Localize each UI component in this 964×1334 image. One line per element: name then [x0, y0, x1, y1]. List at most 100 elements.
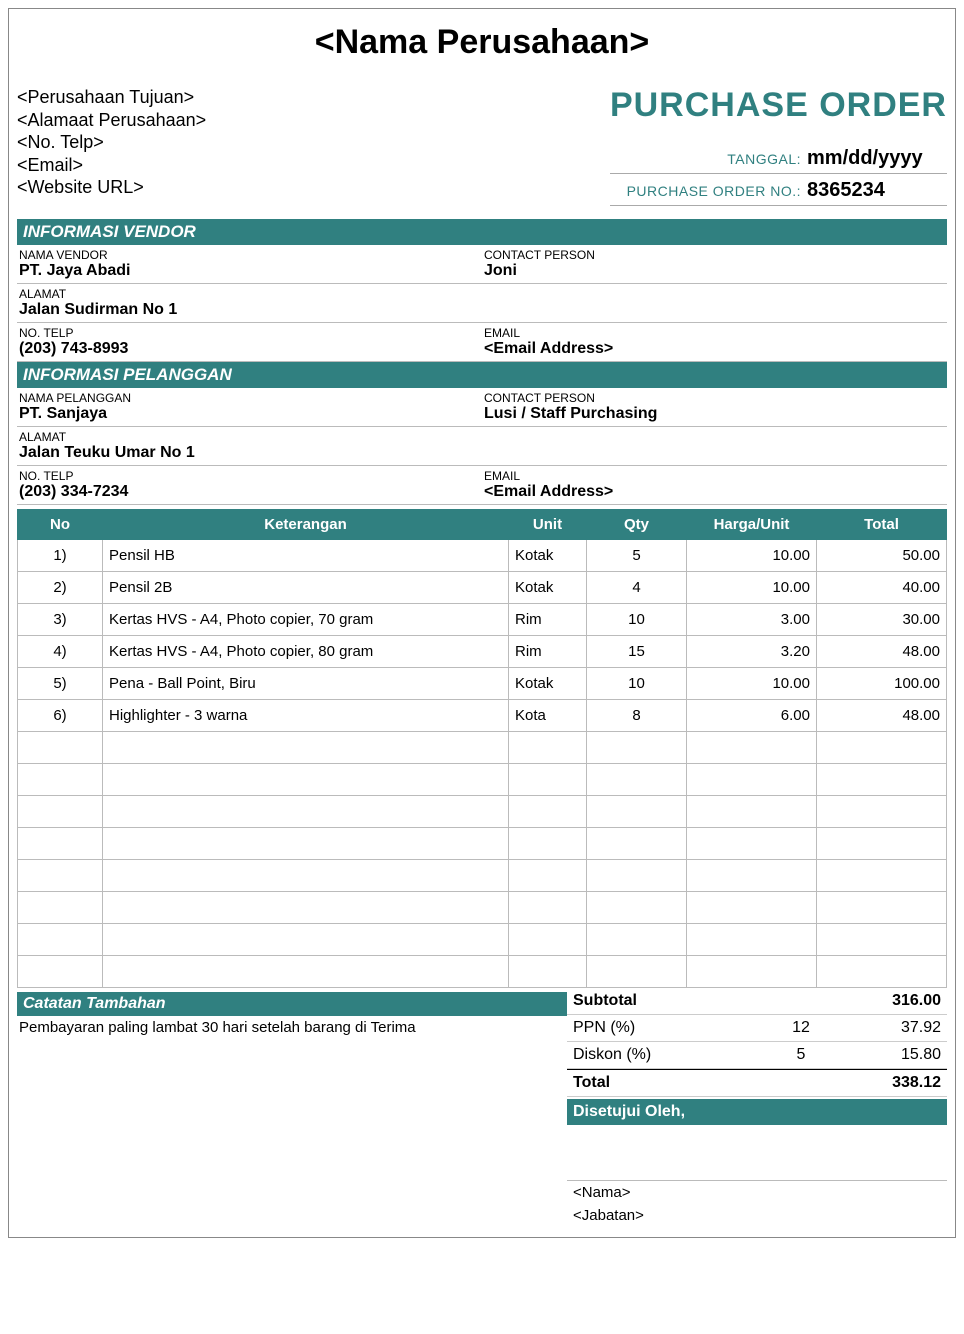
cell-desc: Kertas HVS - A4, Photo copier, 70 gram — [103, 604, 509, 636]
cell-total: 100.00 — [817, 668, 947, 700]
vendor-tel-value: (203) 743-8993 — [17, 340, 482, 362]
table-row-empty — [18, 732, 947, 764]
notes-title: Catatan Tambahan — [17, 992, 567, 1016]
cell-qty: 8 — [587, 700, 687, 732]
vendor-tel-label: NO. TELP — [17, 323, 482, 340]
header-row: <Perusahaan Tujuan> <Alamaat Perusahaan>… — [17, 86, 947, 209]
cell-qty: 4 — [587, 572, 687, 604]
cell-qty: 15 — [587, 636, 687, 668]
cust-row1: NAMA PELANGGAN PT. Sanjaya CONTACT PERSO… — [17, 388, 947, 427]
total-label: Total — [573, 1074, 771, 1092]
cell-desc: Highlighter - 3 warna — [103, 700, 509, 732]
table-row-empty — [18, 828, 947, 860]
table-row-empty — [18, 796, 947, 828]
cell-unit: Kotak — [509, 668, 587, 700]
diskon-value: 15.80 — [831, 1046, 941, 1064]
cell-no: 4) — [18, 636, 103, 668]
cell-qty: 10 — [587, 604, 687, 636]
po-meta: TANGGAL: mm/dd/yyyy PURCHASE ORDER NO.: … — [610, 145, 947, 206]
vendor-email-value: <Email Address> — [482, 340, 947, 362]
cell-total: 30.00 — [817, 604, 947, 636]
vendor-section-title: INFORMASI VENDOR — [17, 219, 947, 245]
col-qty: Qty — [587, 510, 687, 540]
diskon-label: Diskon (%) — [573, 1046, 771, 1064]
cust-name-value: PT. Sanjaya — [17, 405, 482, 427]
cust-name-label: NAMA PELANGGAN — [17, 388, 482, 405]
items-table: No Keterangan Unit Qty Harga/Unit Total … — [17, 509, 947, 988]
cell-desc: Pensil HB — [103, 540, 509, 572]
col-unit: Unit — [509, 510, 587, 540]
po-number-row: PURCHASE ORDER NO.: 8365234 — [610, 177, 947, 206]
totals-block: Subtotal 316.00 PPN (%) 12 37.92 Diskon … — [567, 988, 947, 1227]
cust-addr-value: Jalan Teuku Umar No 1 — [17, 444, 947, 466]
date-value: mm/dd/yyyy — [807, 147, 947, 170]
cell-unit: Kotak — [509, 572, 587, 604]
cust-email-label: EMAIL — [482, 466, 947, 483]
bottom-section: Catatan Tambahan Pembayaran paling lamba… — [17, 988, 947, 1227]
cell-total: 50.00 — [817, 540, 947, 572]
cell-price: 6.00 — [687, 700, 817, 732]
cust-contact-value: Lusi / Staff Purchasing — [482, 405, 947, 427]
cell-desc: Pena - Ball Point, Biru — [103, 668, 509, 700]
ppn-value: 37.92 — [831, 1019, 941, 1037]
date-label: TANGGAL: — [727, 151, 801, 167]
cell-no: 2) — [18, 572, 103, 604]
table-row: 3)Kertas HVS - A4, Photo copier, 70 gram… — [18, 604, 947, 636]
po-title: PURCHASE ORDER — [610, 86, 947, 125]
subtotal-row: Subtotal 316.00 — [567, 988, 947, 1015]
subtotal-label: Subtotal — [573, 992, 771, 1010]
cell-price: 10.00 — [687, 668, 817, 700]
diskon-pct: 5 — [771, 1046, 831, 1064]
vendor-contact-label: CONTACT PERSON — [482, 245, 947, 262]
po-date-row: TANGGAL: mm/dd/yyyy — [610, 145, 947, 174]
cell-no: 6) — [18, 700, 103, 732]
vendor-row2: ALAMAT Jalan Sudirman No 1 — [17, 284, 947, 323]
approval-name: <Nama> — [567, 1181, 947, 1204]
cell-total: 40.00 — [817, 572, 947, 604]
cell-qty: 10 — [587, 668, 687, 700]
col-total: Total — [817, 510, 947, 540]
table-row: 1)Pensil HBKotak510.0050.00 — [18, 540, 947, 572]
signature-space — [567, 1125, 947, 1181]
cell-price: 3.00 — [687, 604, 817, 636]
customer-section-title: INFORMASI PELANGGAN — [17, 362, 947, 388]
cell-unit: Rim — [509, 604, 587, 636]
table-row-empty — [18, 764, 947, 796]
company-name: <Nama Perusahaan> — [17, 23, 947, 62]
cell-qty: 5 — [587, 540, 687, 572]
total-row: Total 338.12 — [567, 1069, 947, 1097]
company-address-block: <Perusahaan Tujuan> <Alamaat Perusahaan>… — [17, 86, 206, 209]
notes-text: Pembayaran paling lambat 30 hari setelah… — [17, 1016, 567, 1039]
cell-no: 5) — [18, 668, 103, 700]
ppn-pct: 12 — [771, 1019, 831, 1037]
items-header-row: No Keterangan Unit Qty Harga/Unit Total — [18, 510, 947, 540]
cust-row3: NO. TELP (203) 334-7234 EMAIL <Email Add… — [17, 466, 947, 505]
col-no: No — [18, 510, 103, 540]
pono-label: PURCHASE ORDER NO.: — [627, 183, 801, 199]
cust-addr-label: ALAMAT — [17, 427, 947, 444]
ppn-row: PPN (%) 12 37.92 — [567, 1015, 947, 1042]
cell-unit: Rim — [509, 636, 587, 668]
cust-email-value: <Email Address> — [482, 483, 947, 505]
vendor-contact-value: Joni — [482, 262, 947, 284]
table-row: 5)Pena - Ball Point, BiruKotak1010.00100… — [18, 668, 947, 700]
total-value: 338.12 — [831, 1074, 941, 1092]
cell-desc: Pensil 2B — [103, 572, 509, 604]
cell-price: 3.20 — [687, 636, 817, 668]
vendor-row3: NO. TELP (203) 743-8993 EMAIL <Email Add… — [17, 323, 947, 362]
approval-title: Disetujui Oleh, — [567, 1099, 947, 1125]
cell-price: 10.00 — [687, 540, 817, 572]
addr-line2: <Alamaat Perusahaan> — [17, 109, 206, 132]
table-row-empty — [18, 860, 947, 892]
ppn-label: PPN (%) — [573, 1019, 771, 1037]
cust-row2: ALAMAT Jalan Teuku Umar No 1 — [17, 427, 947, 466]
notes-block: Catatan Tambahan Pembayaran paling lamba… — [17, 988, 567, 1227]
vendor-name-value: PT. Jaya Abadi — [17, 262, 482, 284]
cell-desc: Kertas HVS - A4, Photo copier, 80 gram — [103, 636, 509, 668]
addr-line1: <Perusahaan Tujuan> — [17, 86, 206, 109]
po-header-right: PURCHASE ORDER TANGGAL: mm/dd/yyyy PURCH… — [610, 86, 947, 209]
vendor-row1: NAMA VENDOR PT. Jaya Abadi CONTACT PERSO… — [17, 245, 947, 284]
subtotal-value: 316.00 — [831, 992, 941, 1010]
table-row: 4)Kertas HVS - A4, Photo copier, 80 gram… — [18, 636, 947, 668]
addr-line3: <No. Telp> — [17, 131, 206, 154]
